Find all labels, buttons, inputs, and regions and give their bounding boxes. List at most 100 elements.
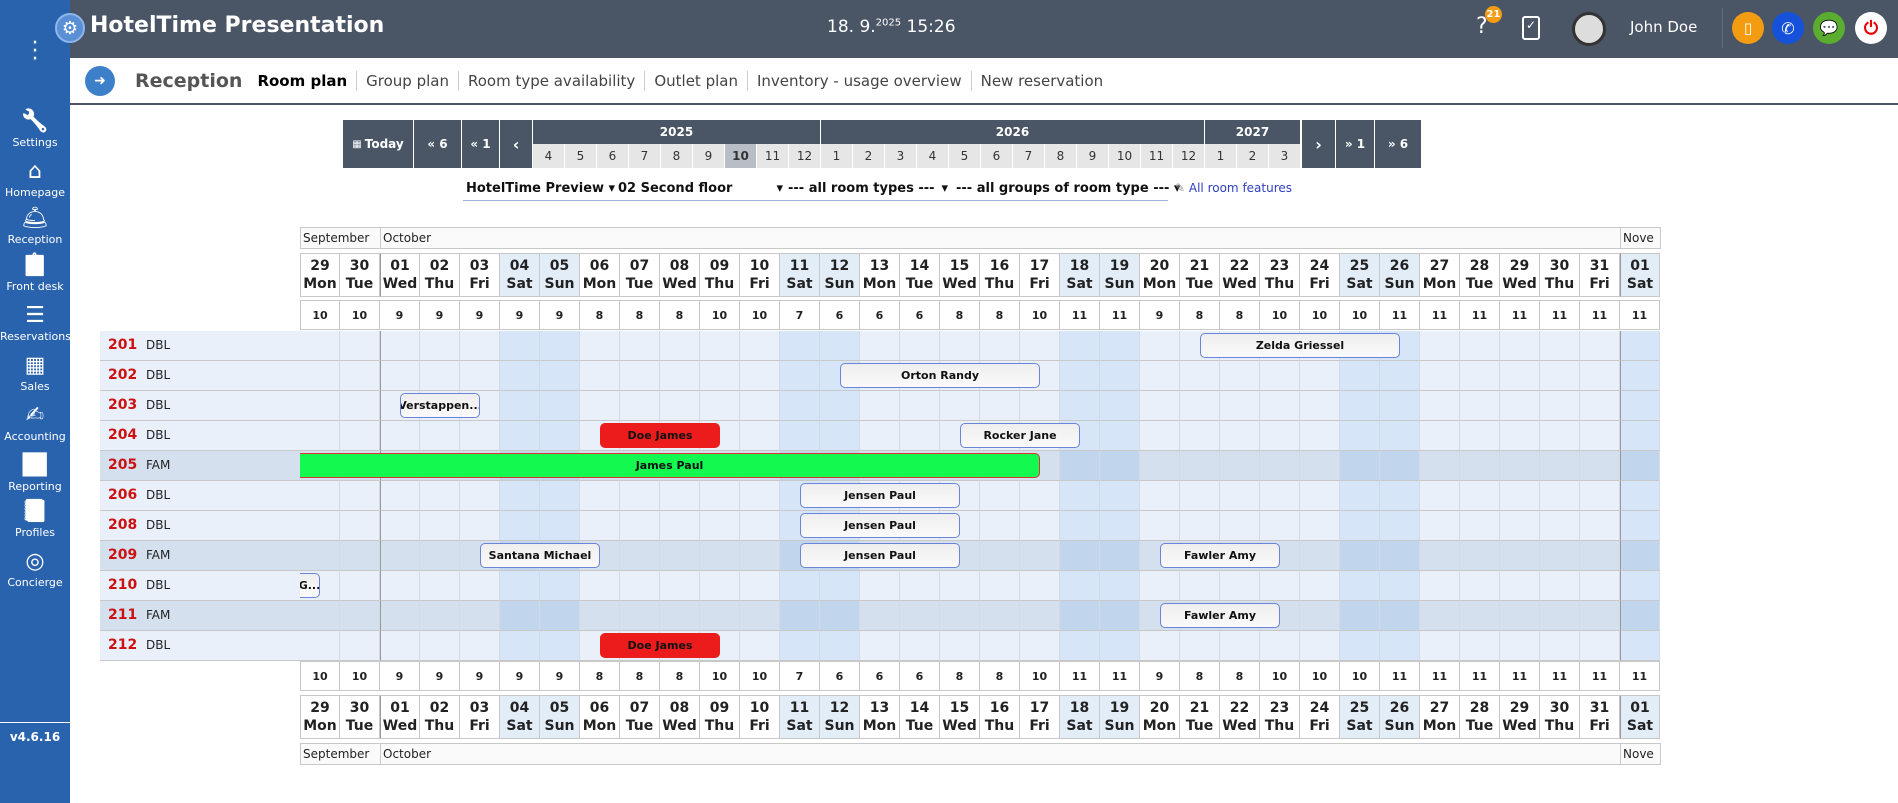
grid-cell[interactable] xyxy=(1220,421,1260,451)
grid-cell[interactable] xyxy=(860,631,900,661)
grid-cell[interactable] xyxy=(1020,331,1060,361)
grid-cell[interactable] xyxy=(1020,571,1060,601)
grid-cell[interactable] xyxy=(1140,571,1180,601)
grid-cell[interactable] xyxy=(1460,481,1500,511)
grid-cell[interactable] xyxy=(340,571,380,601)
grid-cell[interactable] xyxy=(1220,451,1260,481)
grid-cell[interactable] xyxy=(380,481,420,511)
grid-cell[interactable] xyxy=(1460,511,1500,541)
grid-cell[interactable] xyxy=(1420,571,1460,601)
room-row-label[interactable]: 211 FAM xyxy=(100,601,300,631)
grid-cell[interactable] xyxy=(1140,451,1180,481)
grid-cell[interactable] xyxy=(1380,541,1420,571)
grid-cell[interactable] xyxy=(1500,541,1540,571)
grid-cell[interactable] xyxy=(1380,361,1420,391)
grid-cell[interactable] xyxy=(1500,451,1540,481)
grid-cell[interactable] xyxy=(1100,631,1140,661)
grid-cell[interactable] xyxy=(1580,601,1620,631)
grid-cell[interactable] xyxy=(500,361,540,391)
grid-cell[interactable] xyxy=(1020,511,1060,541)
grid-cell[interactable] xyxy=(1460,451,1500,481)
grid-cell[interactable] xyxy=(1300,421,1340,451)
grid-cell[interactable] xyxy=(540,361,580,391)
grid-cell[interactable] xyxy=(1620,361,1660,391)
floor-select[interactable]: 02 Second floor ▾ xyxy=(618,181,783,196)
grid-cell[interactable] xyxy=(340,421,380,451)
grid-cell[interactable] xyxy=(980,331,1020,361)
grid-cell[interactable] xyxy=(1180,571,1220,601)
grid-cell[interactable] xyxy=(1180,481,1220,511)
grid-cell[interactable] xyxy=(1020,631,1060,661)
grid-cell[interactable] xyxy=(1380,421,1420,451)
grid-cell[interactable] xyxy=(1500,571,1540,601)
tasks-clipboard-icon[interactable]: ✓ xyxy=(1522,16,1540,40)
room-features-link[interactable]: ✎ All room features xyxy=(1175,181,1292,195)
grid-cell[interactable] xyxy=(300,541,340,571)
grid-cell[interactable] xyxy=(740,331,780,361)
grid-cell[interactable] xyxy=(1620,601,1660,631)
room-row-label[interactable]: 209 FAM xyxy=(100,541,300,571)
grid-cell[interactable] xyxy=(1300,601,1340,631)
grid-cell[interactable] xyxy=(620,571,660,601)
month-button[interactable]: 10 xyxy=(1109,144,1141,168)
grid-cell[interactable] xyxy=(1620,631,1660,661)
grid-cell[interactable] xyxy=(940,391,980,421)
grid-cell[interactable] xyxy=(580,601,620,631)
grid-cell[interactable] xyxy=(1180,391,1220,421)
grid-cell[interactable] xyxy=(980,571,1020,601)
month-button[interactable]: 8 xyxy=(1045,144,1077,168)
grid-cell[interactable] xyxy=(540,331,580,361)
grid-cell[interactable] xyxy=(1100,361,1140,391)
grid-cell[interactable] xyxy=(460,631,500,661)
room-row-label[interactable]: 206 DBL xyxy=(100,481,300,511)
grid-cell[interactable] xyxy=(980,481,1020,511)
month-button[interactable]: 9 xyxy=(693,144,725,168)
grid-cell[interactable] xyxy=(1260,421,1300,451)
grid-cell[interactable] xyxy=(1580,421,1620,451)
grid-cell[interactable] xyxy=(900,331,940,361)
grid-cell[interactable] xyxy=(1620,481,1660,511)
grid-cell[interactable] xyxy=(700,541,740,571)
grid-cell[interactable] xyxy=(580,511,620,541)
tab-new-reservation[interactable]: New reservation xyxy=(970,70,1113,91)
grid-cell[interactable] xyxy=(300,421,340,451)
grid-cell[interactable] xyxy=(1220,511,1260,541)
grid-cell[interactable] xyxy=(1020,391,1060,421)
month-button[interactable]: 1 xyxy=(821,144,853,168)
grid-cell[interactable] xyxy=(980,541,1020,571)
grid-cell[interactable] xyxy=(340,601,380,631)
grid-cell[interactable] xyxy=(660,511,700,541)
month-button[interactable]: 3 xyxy=(1269,144,1301,168)
grid-cell[interactable] xyxy=(500,481,540,511)
grid-cell[interactable] xyxy=(1580,571,1620,601)
grid-cell[interactable] xyxy=(1340,481,1380,511)
grid-cell[interactable] xyxy=(620,481,660,511)
grid-cell[interactable] xyxy=(1620,331,1660,361)
grid-cell[interactable] xyxy=(620,361,660,391)
grid-cell[interactable] xyxy=(1180,511,1220,541)
grid-cell[interactable] xyxy=(980,631,1020,661)
month-button[interactable]: 6 xyxy=(981,144,1013,168)
grid-cell[interactable] xyxy=(1140,361,1180,391)
grid-cell[interactable] xyxy=(1300,391,1340,421)
grid-cell[interactable] xyxy=(1580,511,1620,541)
grid-cell[interactable] xyxy=(1540,571,1580,601)
month-button[interactable]: 1 xyxy=(1205,144,1237,168)
grid-cell[interactable] xyxy=(540,571,580,601)
grid-cell[interactable] xyxy=(1420,481,1460,511)
sidebar-item-sales[interactable]: ▦ Sales xyxy=(0,352,70,393)
grid-cell[interactable] xyxy=(700,331,740,361)
tab-inventory-usage-overview[interactable]: Inventory - usage overview xyxy=(746,70,971,91)
booking-bar[interactable]: Jensen Paul xyxy=(800,513,960,538)
grid-cell[interactable] xyxy=(940,331,980,361)
grid-cell[interactable] xyxy=(460,601,500,631)
grid-cell[interactable] xyxy=(420,421,460,451)
grid-cell[interactable] xyxy=(1260,451,1300,481)
grid-cell[interactable] xyxy=(1220,391,1260,421)
grid-cell[interactable] xyxy=(1420,601,1460,631)
sidebar-item-homepage[interactable]: ⌂ Homepage xyxy=(0,158,70,199)
grid-cell[interactable] xyxy=(700,511,740,541)
grid-cell[interactable] xyxy=(1420,631,1460,661)
grid-cell[interactable] xyxy=(1500,601,1540,631)
grid-cell[interactable] xyxy=(460,571,500,601)
